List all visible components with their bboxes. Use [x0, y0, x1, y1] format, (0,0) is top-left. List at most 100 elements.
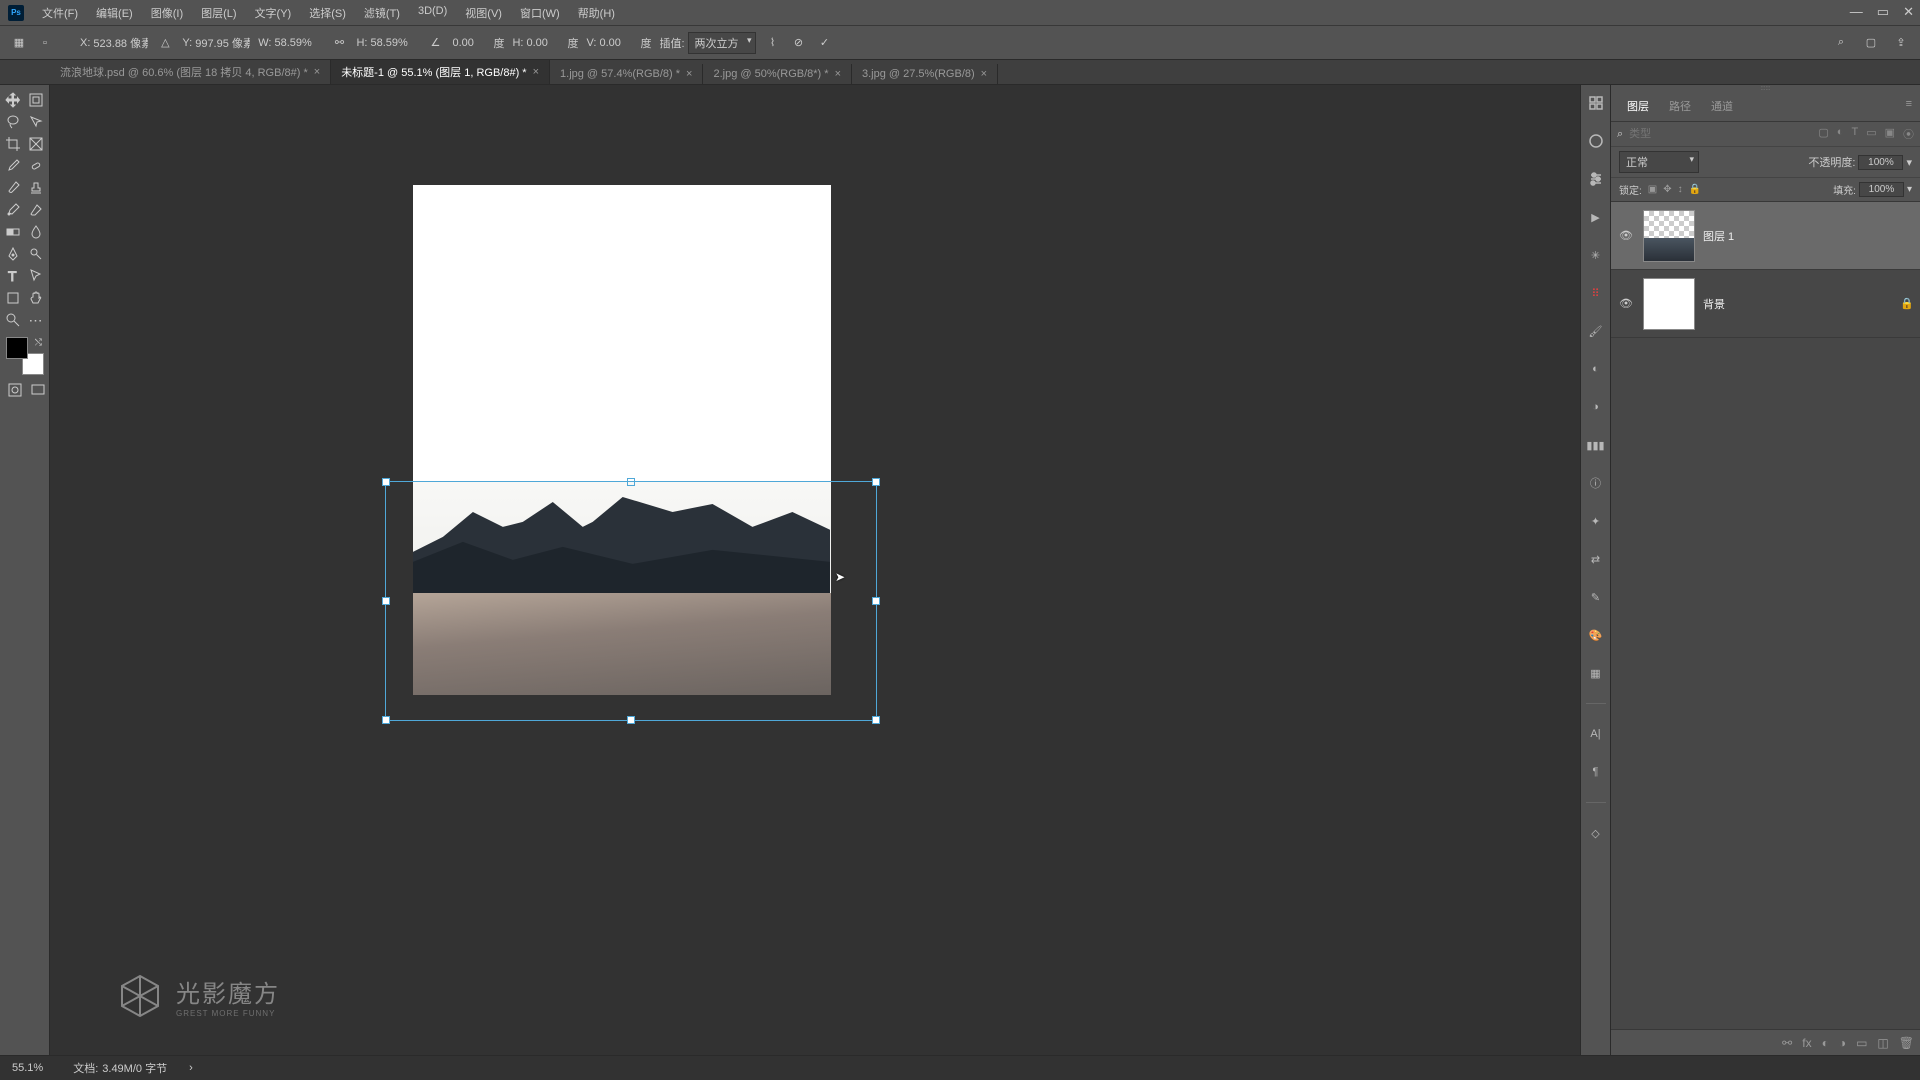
chevron-down-icon[interactable]: ▾: [1906, 156, 1912, 169]
rail-adjustments-icon[interactable]: [1586, 169, 1606, 189]
maximize-button[interactable]: ▭: [1877, 4, 1889, 20]
link-layers-icon[interactable]: ⚯: [1782, 1036, 1792, 1050]
rail-brush-icon[interactable]: 🖌: [1586, 321, 1606, 341]
fill-input[interactable]: [1859, 182, 1904, 197]
crop-tool[interactable]: [2, 133, 24, 155]
search-icon[interactable]: ⌕: [1832, 34, 1850, 52]
filter-type-icon[interactable]: T: [1851, 126, 1858, 142]
doc-tab-2[interactable]: 未标题-1 @ 55.1% (图层 1, RGB/8#) *×: [331, 60, 550, 84]
pen-tool[interactable]: [2, 243, 24, 265]
adjustment-icon[interactable]: ◑: [1839, 1036, 1846, 1050]
share-icon[interactable]: ⇪: [1892, 34, 1910, 52]
layer-thumbnail[interactable]: [1643, 210, 1695, 262]
delete-icon[interactable]: 🗑: [1899, 1036, 1914, 1050]
handle-bottom-left[interactable]: [382, 716, 390, 724]
path-select-tool[interactable]: [25, 265, 47, 287]
zoom-level[interactable]: 55.1%: [12, 1062, 43, 1074]
lasso-tool[interactable]: [2, 111, 24, 133]
rail-lightsource-icon[interactable]: ✳: [1586, 245, 1606, 265]
artboard-tool[interactable]: [25, 89, 47, 111]
filter-shape-icon[interactable]: ▭: [1866, 126, 1876, 142]
h-input[interactable]: [370, 37, 418, 49]
lock-position-icon[interactable]: ✥: [1663, 184, 1671, 195]
menu-edit[interactable]: 编辑(E): [88, 2, 141, 24]
rail-transform-icon[interactable]: ⇄: [1586, 549, 1606, 569]
group-icon[interactable]: ▭: [1856, 1036, 1867, 1050]
rail-paragraph-icon[interactable]: ¶: [1586, 762, 1606, 782]
filter-adjust-icon[interactable]: ◐: [1837, 126, 1844, 142]
handle-top-right[interactable]: [872, 478, 880, 486]
rail-history-icon[interactable]: ▶: [1586, 207, 1606, 227]
visibility-icon[interactable]: 👁: [1617, 297, 1635, 310]
menu-type[interactable]: 文字(Y): [247, 2, 300, 24]
menu-file[interactable]: 文件(F): [34, 2, 86, 24]
layer-thumbnail[interactable]: [1643, 278, 1695, 330]
rail-dots-icon[interactable]: ⠿: [1586, 283, 1606, 303]
lock-artboard-icon[interactable]: ↕: [1678, 184, 1683, 195]
menu-3d[interactable]: 3D(D): [410, 2, 455, 24]
doc-tab-4[interactable]: 2.jpg @ 50%(RGB/8*) *×: [703, 64, 852, 84]
doc-tab-1[interactable]: 流浪地球.psd @ 60.6% (图层 18 拷贝 4, RGB/8#) *×: [50, 60, 331, 84]
canvas-area[interactable]: ➤ 光影魔方 GREST MORE FUNNY: [50, 85, 1580, 1055]
foreground-color[interactable]: [6, 337, 28, 359]
lock-pixels-icon[interactable]: ▣: [1648, 184, 1657, 195]
zoom-tool[interactable]: [2, 309, 24, 331]
handle-mid-right[interactable]: [872, 597, 880, 605]
handle-top-left[interactable]: [382, 478, 390, 486]
tab-close-icon[interactable]: ×: [835, 68, 841, 80]
handle-bottom-right[interactable]: [872, 716, 880, 724]
color-swatches[interactable]: ⤭: [6, 337, 44, 375]
rail-color-icon[interactable]: [1586, 131, 1606, 151]
filter-smart-icon[interactable]: ▣: [1885, 126, 1895, 142]
doc-tab-3[interactable]: 1.jpg @ 57.4%(RGB/8) *×: [550, 64, 703, 84]
quick-select-tool[interactable]: [25, 111, 47, 133]
tab-close-icon[interactable]: ×: [686, 68, 692, 80]
visibility-icon[interactable]: 👁: [1617, 229, 1635, 242]
rail-layers-icon[interactable]: ◇: [1586, 823, 1606, 843]
menu-image[interactable]: 图像(I): [143, 2, 191, 24]
tab-paths[interactable]: 路径: [1659, 93, 1701, 121]
layer-row[interactable]: 👁 图层 1: [1611, 202, 1920, 270]
transform-preset-icon[interactable]: ▦: [10, 34, 28, 52]
new-layer-icon[interactable]: ◫: [1877, 1036, 1888, 1050]
tab-layers[interactable]: 图层: [1617, 93, 1659, 121]
frame-tool[interactable]: [25, 133, 47, 155]
tab-close-icon[interactable]: ×: [981, 68, 987, 80]
stamp-tool[interactable]: [25, 177, 47, 199]
tab-close-icon[interactable]: ×: [533, 66, 539, 78]
x-input[interactable]: [93, 37, 148, 49]
rail-info-icon[interactable]: ⓘ: [1586, 473, 1606, 493]
menu-select[interactable]: 选择(S): [301, 2, 354, 24]
fx-icon[interactable]: fx: [1802, 1036, 1811, 1050]
menu-help[interactable]: 帮助(H): [570, 2, 623, 24]
handle-bottom-mid[interactable]: [627, 716, 635, 724]
reference-point-icon[interactable]: ▫: [36, 34, 54, 52]
layer-name[interactable]: 图层 1: [1703, 228, 1734, 244]
blend-mode-dropdown[interactable]: 正常: [1619, 151, 1699, 173]
hand-tool[interactable]: [25, 287, 47, 309]
eraser-tool[interactable]: [25, 199, 47, 221]
screenmode-icon[interactable]: [29, 379, 48, 401]
opacity-input[interactable]: [1858, 155, 1903, 170]
menu-layer[interactable]: 图层(L): [193, 2, 244, 24]
close-button[interactable]: ✕: [1903, 4, 1914, 20]
menu-view[interactable]: 视图(V): [457, 2, 510, 24]
mask-icon[interactable]: ◐: [1822, 1036, 1829, 1050]
layer-row[interactable]: 👁 背景 🔒: [1611, 270, 1920, 338]
panel-menu-icon[interactable]: ≡: [1898, 93, 1920, 121]
skewv-input[interactable]: [599, 37, 637, 49]
dodge-tool[interactable]: [25, 243, 47, 265]
rail-swatches-icon[interactable]: [1586, 93, 1606, 113]
rail-globe-icon[interactable]: ◐: [1586, 359, 1606, 379]
commit-transform-icon[interactable]: ✓: [816, 34, 834, 52]
chevron-down-icon[interactable]: ▾: [1907, 184, 1912, 195]
type-tool[interactable]: T: [2, 265, 24, 287]
eyedropper-tool[interactable]: [2, 155, 24, 177]
rail-sparkle-icon[interactable]: ✦: [1586, 511, 1606, 531]
rail-pen-icon[interactable]: ✎: [1586, 587, 1606, 607]
gradient-tool[interactable]: [2, 221, 24, 243]
minimize-button[interactable]: —: [1850, 4, 1863, 20]
swap-colors-icon[interactable]: ⤭: [35, 337, 42, 348]
triangle-icon[interactable]: △: [156, 34, 174, 52]
rail-histogram-icon[interactable]: ▮▮▮: [1586, 435, 1606, 455]
